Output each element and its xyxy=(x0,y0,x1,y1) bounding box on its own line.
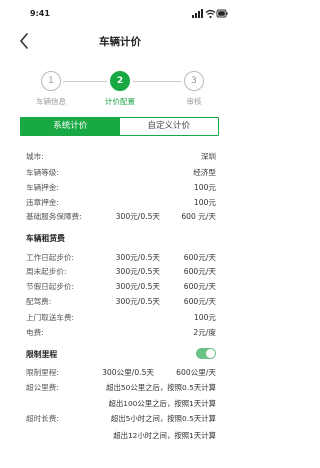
toggle-knob xyxy=(206,349,215,358)
mileage-limit-toggle[interactable] xyxy=(196,348,216,359)
city-label: 城市: xyxy=(26,152,44,161)
driver-fee-half-day: 300元/0.5天 xyxy=(115,297,160,306)
step-1-circle[interactable]: 1 xyxy=(41,71,61,91)
over-km-rule-2: 超出100公里之后，按照1天计算 xyxy=(108,399,217,408)
step-connector xyxy=(63,81,107,82)
insurance-half-day: 300元/0.5天 xyxy=(115,212,160,221)
violation-deposit-row: 违章押金: 100元 xyxy=(26,197,216,209)
status-time: 9:41 xyxy=(30,9,50,18)
mileage-limit-day: 600公里/天 xyxy=(176,368,216,377)
deposit-value: 100元 xyxy=(193,183,216,192)
rent-section-title: 车辆租赁费 xyxy=(26,234,65,243)
tab-custom-pricing[interactable]: 自定义计价 xyxy=(120,118,219,135)
signal-icon xyxy=(192,9,203,18)
workday-half-day: 300元/0.5天 xyxy=(115,253,160,262)
workday-label: 工作日起步价: xyxy=(26,253,75,262)
mileage-limit-half-day: 300公里/0.5天 xyxy=(102,368,154,377)
holiday-day: 600元/天 xyxy=(183,282,216,291)
weekend-row: 周末起步价: 300元/0.5天 600元/天 xyxy=(26,266,216,278)
nav-bar: 车辆计价 xyxy=(0,28,240,56)
step-2-label: 计价配置 xyxy=(105,97,135,106)
electric-fee-value: 2元/度 xyxy=(193,328,216,337)
violation-deposit-label: 违章押金: xyxy=(26,198,59,207)
battery-icon xyxy=(216,9,228,18)
holiday-row: 节假日起步价: 300元/0.5天 600元/天 xyxy=(26,281,216,293)
workday-row: 工作日起步价: 300元/0.5天 600元/天 xyxy=(26,252,216,264)
pickup-fee-label: 上门取送车费: xyxy=(26,313,75,322)
over-time-rule-2: 超出12小时之间，按照1天计算 xyxy=(113,431,216,440)
electric-fee-row: 电费: 2元/度 xyxy=(26,327,216,339)
pickup-fee-value: 100元 xyxy=(193,313,216,322)
level-value: 经济型 xyxy=(193,168,216,177)
over-time-rule-1: 超出5小时之间，按照0.5天计算 xyxy=(110,414,216,423)
step-1-label: 车辆信息 xyxy=(36,97,66,106)
mileage-limit-label: 限制里程: xyxy=(26,368,59,377)
weekend-day: 600元/天 xyxy=(183,267,216,276)
electric-fee-label: 电费: xyxy=(26,328,44,337)
pickup-fee-row: 上门取送车费: 100元 xyxy=(26,312,216,324)
deposit-row: 车辆押金: 100元 xyxy=(26,182,216,194)
status-icons xyxy=(192,9,228,19)
city-row: 城市: 深圳 xyxy=(26,151,216,163)
over-km-label: 超公里费: xyxy=(26,383,59,392)
level-row: 车辆等级: 经济型 xyxy=(26,167,216,179)
step-3-circle[interactable]: 3 xyxy=(184,71,204,91)
level-label: 车辆等级: xyxy=(26,168,59,177)
deposit-label: 车辆押金: xyxy=(26,183,59,192)
mileage-limit-row: 限制里程: 300公里/0.5天 600公里/天 xyxy=(26,367,216,379)
insurance-label: 基础服务保障费: xyxy=(26,212,82,221)
driver-fee-row: 配驾费: 300元/0.5天 600元/天 xyxy=(26,296,216,308)
holiday-label: 节假日起步价: xyxy=(26,282,75,291)
holiday-half-day: 300元/0.5天 xyxy=(115,282,160,291)
mileage-section-title: 限制里程 xyxy=(26,350,58,359)
page-title: 车辆计价 xyxy=(99,36,141,48)
driver-fee-label: 配驾费: xyxy=(26,297,52,306)
step-connector xyxy=(133,81,182,82)
wifi-icon xyxy=(205,9,216,19)
violation-deposit-value: 100元 xyxy=(193,198,216,207)
insurance-day: 600 元/天 xyxy=(181,212,216,221)
pricing-mode-tabs: 系统计价 自定义计价 xyxy=(20,117,219,136)
over-time-label: 超时长费: xyxy=(26,414,59,423)
status-bar: 9:41 xyxy=(0,0,240,28)
insurance-row: 基础服务保障费: 300元/0.5天 600 元/天 xyxy=(26,211,216,223)
weekend-half-day: 300元/0.5天 xyxy=(115,267,160,276)
weekend-label: 周末起步价: xyxy=(26,267,67,276)
step-2-circle[interactable]: 2 xyxy=(110,71,130,91)
city-value: 深圳 xyxy=(200,152,216,161)
over-km-rule-1: 超出50公里之后，按照0.5天计算 xyxy=(106,383,216,392)
step-3-label: 审核 xyxy=(186,97,202,106)
driver-fee-day: 600元/天 xyxy=(183,297,216,306)
tab-system-pricing[interactable]: 系统计价 xyxy=(21,118,120,135)
workday-day: 600元/天 xyxy=(183,253,216,262)
